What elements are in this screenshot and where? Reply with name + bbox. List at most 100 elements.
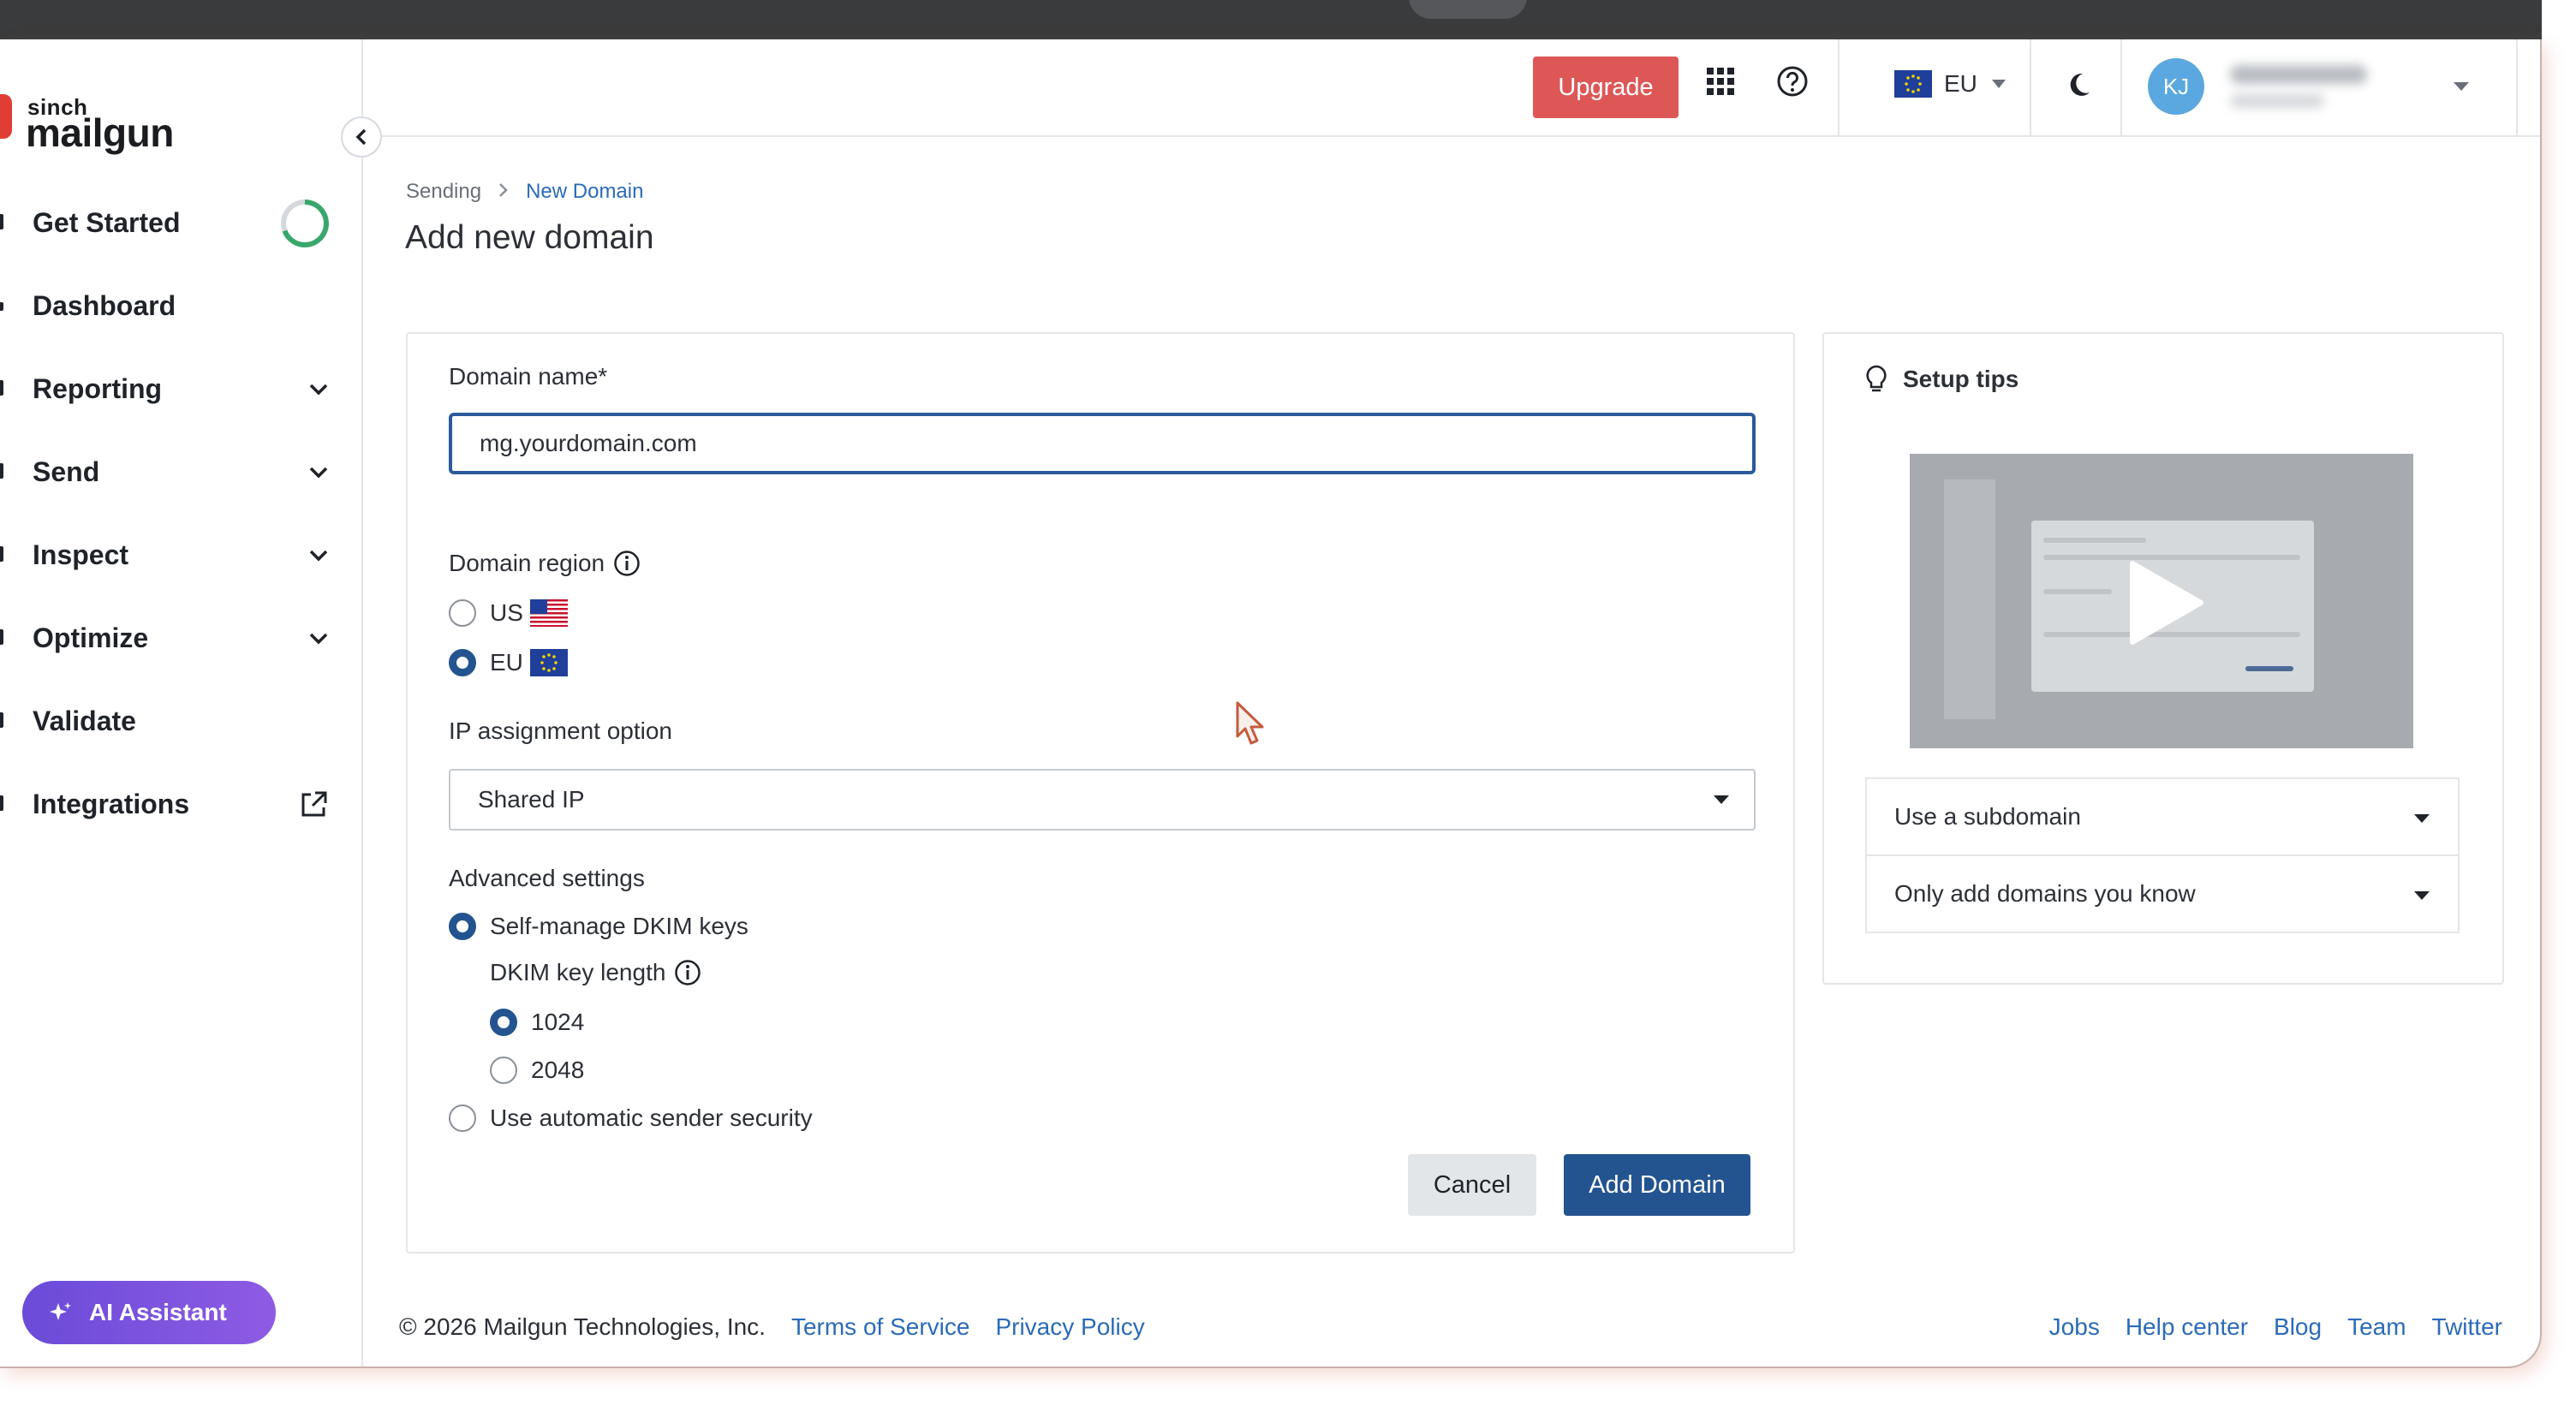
caret-down-icon [1714, 795, 1729, 804]
privacy-policy-link[interactable]: Privacy Policy [995, 1313, 1144, 1341]
sidebar-item-label: Inspect [33, 539, 129, 570]
sparkle-icon [50, 1302, 71, 1320]
sidebar-item-label: Optimize [33, 622, 149, 653]
sidebar-item-integrations[interactable]: Integrations [0, 763, 363, 846]
apps-grid-icon[interactable] [1706, 67, 1735, 100]
domain-name-input[interactable]: mg.yourdomain.com [449, 413, 1756, 474]
add-domain-button[interactable]: Add Domain [1564, 1154, 1750, 1216]
header-divider [2120, 39, 2122, 137]
accordion-use-subdomain[interactable]: Use a subdomain [1865, 777, 2460, 856]
collapse-sidebar-button[interactable] [341, 116, 382, 158]
caret-down-icon [2414, 814, 2430, 823]
app-window: sinch mailgun Get Started Dashboard Repo… [0, 39, 2542, 1368]
help-icon[interactable] [1776, 65, 1809, 102]
video-preview-line [2245, 666, 2293, 671]
sidebar-item-send[interactable]: Send [0, 431, 363, 514]
eu-flag-icon [1894, 70, 1932, 98]
send-icon [0, 463, 3, 479]
play-icon [2130, 561, 2203, 645]
sidebar-item-validate[interactable]: Validate [0, 680, 363, 763]
breadcrumb-chevron-icon [498, 180, 509, 204]
setup-video-thumbnail[interactable] [1910, 454, 2413, 748]
sidebar-item-reporting[interactable]: Reporting [0, 348, 363, 431]
inspect-icon [0, 546, 3, 562]
add-domain-form: Domain name* mg.yourdomain.com Domain re… [406, 332, 1795, 1253]
caret-down-icon [1991, 80, 2006, 88]
domain-name-label: Domain name* [449, 363, 608, 390]
optimize-icon [0, 629, 3, 645]
region-selector[interactable]: EU [1894, 70, 2007, 98]
dkim-2048-radio[interactable]: 2048 [490, 1057, 584, 1084]
blog-link[interactable]: Blog [2274, 1313, 2322, 1341]
radio-circle [449, 599, 476, 627]
chevron-down-icon [308, 632, 329, 646]
auto-sender-security-radio[interactable]: Use automatic sender security [449, 1104, 813, 1132]
team-link[interactable]: Team [2347, 1313, 2406, 1341]
dkim-1024-radio[interactable]: 1024 [490, 1009, 584, 1036]
sidebar-item-inspect[interactable]: Inspect [0, 514, 363, 597]
terms-of-service-link[interactable]: Terms of Service [791, 1313, 970, 1341]
account-menu-caret-icon[interactable] [2453, 80, 2470, 96]
chevron-down-icon [308, 549, 329, 563]
sidebar-item-optimize[interactable]: Optimize [0, 597, 363, 680]
setup-tips-title-text: Setup tips [1903, 366, 2019, 392]
top-header: Upgrade EU KJ [363, 39, 2540, 137]
self-manage-dkim-radio[interactable]: Self-manage DKIM keys [449, 913, 748, 940]
region-us-label: US [490, 599, 523, 626]
domain-region-label: Domain region [449, 550, 641, 577]
ai-assistant-button[interactable]: AI Assistant [22, 1281, 276, 1344]
header-divider [2516, 39, 2518, 137]
cancel-button[interactable]: Cancel [1408, 1154, 1536, 1216]
dark-mode-moon-icon[interactable] [2067, 72, 2091, 102]
external-link-icon [298, 789, 329, 820]
region-us-radio[interactable]: US [449, 599, 568, 627]
header-divider [1838, 39, 1840, 137]
radio-circle-selected [449, 913, 476, 940]
auto-sender-security-label: Use automatic sender security [490, 1104, 813, 1131]
video-sidebar-preview [1944, 479, 1995, 719]
avatar[interactable]: KJ [2148, 58, 2204, 115]
twitter-link[interactable]: Twitter [2432, 1313, 2502, 1341]
sidebar-item-label: Reporting [33, 373, 163, 404]
accordion-label: Only add domains you know [1894, 880, 2196, 907]
info-icon[interactable] [613, 550, 641, 577]
ip-assignment-label: IP assignment option [449, 717, 672, 744]
copyright-text: © 2026 Mailgun Technologies, Inc. [399, 1313, 766, 1340]
dkim-1024-label: 1024 [531, 1009, 585, 1035]
radio-circle [449, 1104, 476, 1132]
progress-ring-icon [281, 199, 329, 247]
strip-pill-button[interactable] [1409, 0, 1527, 19]
get-started-icon [0, 214, 3, 229]
accordion-only-known-domains[interactable]: Only add domains you know [1865, 854, 2460, 933]
video-preview-line [2043, 589, 2112, 594]
top-notification-strip [0, 0, 2542, 39]
us-flag-icon [529, 599, 568, 627]
reporting-icon [0, 380, 3, 396]
eu-flag-icon [529, 649, 568, 676]
self-manage-dkim-label: Self-manage DKIM keys [490, 913, 748, 939]
upgrade-button[interactable]: Upgrade [1533, 57, 1679, 118]
sidebar-item-get-started[interactable]: Get Started [0, 182, 363, 265]
help-center-link[interactable]: Help center [2126, 1313, 2248, 1341]
chevron-down-icon [308, 383, 329, 396]
sidebar-item-label: Integrations [33, 789, 190, 819]
caret-down-icon [2414, 891, 2430, 900]
ip-assignment-select[interactable]: Shared IP [449, 769, 1756, 831]
integrations-icon [0, 795, 3, 811]
sidebar-item-dashboard[interactable]: Dashboard [0, 265, 363, 348]
radio-circle-selected [490, 1009, 517, 1036]
jobs-link[interactable]: Jobs [2049, 1313, 2100, 1341]
ip-assignment-value: Shared IP [478, 786, 585, 813]
dkim-key-length-label-text: DKIM key length [490, 959, 666, 985]
breadcrumb-current[interactable]: New Domain [526, 180, 643, 204]
region-label: EU [1944, 70, 1977, 97]
advanced-settings-label: Advanced settings [449, 865, 645, 891]
logo-mailgun-text: mailgun [26, 110, 174, 155]
dkim-2048-label: 2048 [531, 1057, 585, 1083]
user-account-blurred [2230, 94, 2324, 108]
chevron-left-icon [355, 128, 367, 146]
info-icon[interactable] [674, 959, 701, 986]
region-eu-radio[interactable]: EU [449, 649, 568, 676]
ai-assistant-label: AI Assistant [89, 1299, 227, 1325]
breadcrumb-sending-link[interactable]: Sending [406, 180, 481, 204]
